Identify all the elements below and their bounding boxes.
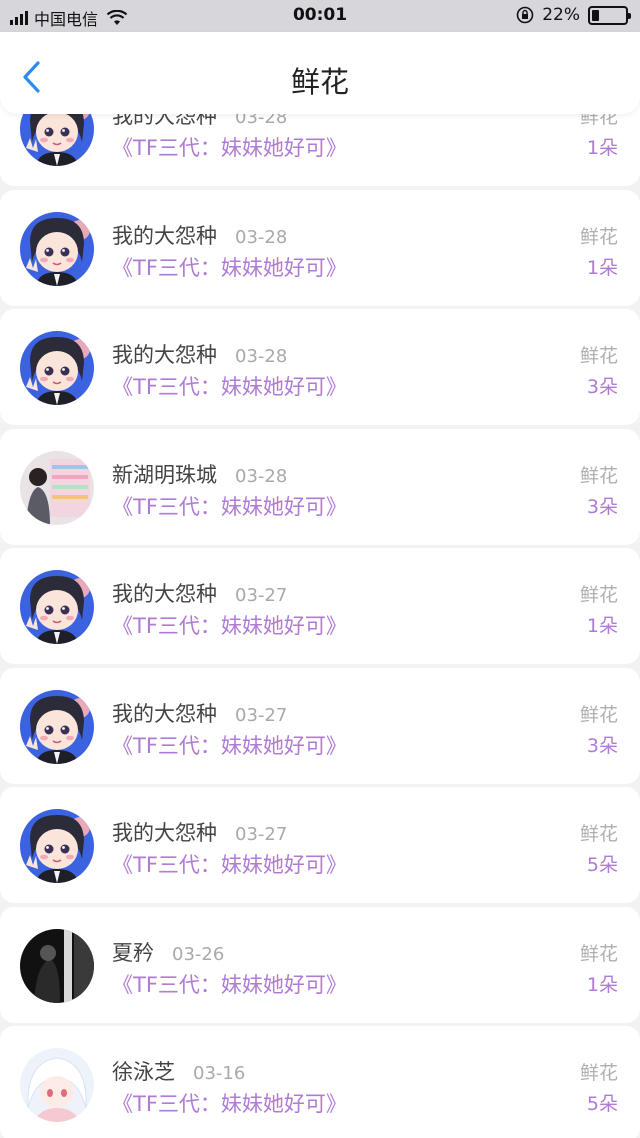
record-date: 03-28 bbox=[235, 227, 288, 248]
avatar[interactable] bbox=[20, 331, 94, 405]
status-right: 22% bbox=[516, 5, 631, 25]
user-name[interactable]: 我的大怨种 bbox=[112, 220, 217, 250]
name-line: 我的大怨种 03-28 bbox=[112, 339, 287, 369]
gift-count: 3朵 bbox=[586, 496, 618, 518]
book-title-link[interactable]: 《TF三代：妹妹她好可》 bbox=[112, 849, 347, 879]
list-item[interactable]: 我的大怨种 03-28 《TF三代：妹妹她好可》 鲜花 1朵 bbox=[0, 190, 640, 306]
record-date: 03-26 bbox=[172, 944, 225, 965]
battery-percent: 22% bbox=[542, 5, 580, 25]
battery-icon bbox=[588, 5, 631, 25]
page-title: 鲜花 bbox=[290, 65, 349, 99]
gift-count: 3朵 bbox=[586, 735, 618, 757]
list-item[interactable]: 夏矜 03-26 《TF三代：妹妹她好可》 鲜花 1朵 bbox=[0, 907, 640, 1023]
avatar[interactable] bbox=[20, 809, 94, 883]
book-title-link[interactable]: 《TF三代：妹妹她好可》 bbox=[112, 132, 347, 162]
user-name[interactable]: 夏矜 bbox=[112, 937, 154, 967]
gift-count: 1朵 bbox=[586, 615, 618, 637]
back-chevron-icon[interactable] bbox=[18, 60, 48, 94]
book-title-link[interactable]: 《TF三代：妹妹她好可》 bbox=[112, 610, 347, 640]
record-date: 03-27 bbox=[235, 585, 288, 606]
name-line: 我的大怨种 03-27 bbox=[112, 578, 287, 608]
user-name[interactable]: 我的大怨种 bbox=[112, 698, 217, 728]
avatar[interactable] bbox=[20, 451, 94, 525]
list-item[interactable]: 新湖明珠城 03-28 《TF三代：妹妹她好可》 鲜花 3朵 bbox=[0, 429, 640, 545]
avatar[interactable] bbox=[20, 570, 94, 644]
avatar[interactable] bbox=[20, 212, 94, 286]
book-title-link[interactable]: 《TF三代：妹妹她好可》 bbox=[112, 491, 347, 521]
list-item[interactable]: 我的大怨种 03-27 《TF三代：妹妹她好可》 鲜花 5朵 bbox=[0, 787, 640, 903]
gift-type-label: 鲜花 bbox=[579, 345, 618, 367]
name-line: 徐泳芝 03-16 bbox=[112, 1056, 245, 1086]
avatar[interactable] bbox=[20, 690, 94, 764]
rotation-lock-icon bbox=[516, 6, 534, 24]
book-title-link[interactable]: 《TF三代：妹妹她好可》 bbox=[112, 1088, 347, 1118]
gift-count: 1朵 bbox=[586, 974, 618, 996]
record-date: 03-28 bbox=[235, 346, 288, 367]
gift-count: 1朵 bbox=[586, 257, 618, 279]
list-item[interactable]: 我的大怨种 03-27 《TF三代：妹妹她好可》 鲜花 3朵 bbox=[0, 668, 640, 784]
gift-type-label: 鲜花 bbox=[579, 823, 618, 845]
user-name[interactable]: 新湖明珠城 bbox=[112, 459, 217, 489]
gift-type-label: 鲜花 bbox=[579, 943, 618, 965]
list-item[interactable]: 徐泳芝 03-16 《TF三代：妹妹她好可》 鲜花 5朵 bbox=[0, 1026, 640, 1138]
name-line: 新湖明珠城 03-28 bbox=[112, 459, 287, 489]
record-date: 03-27 bbox=[235, 824, 288, 845]
gift-type-label: 鲜花 bbox=[579, 704, 618, 726]
user-name[interactable]: 我的大怨种 bbox=[112, 578, 217, 608]
battery-fill bbox=[592, 9, 599, 21]
list-item[interactable]: 我的大怨种 03-27 《TF三代：妹妹她好可》 鲜花 1朵 bbox=[0, 548, 640, 664]
nav-bar: 鲜花 bbox=[0, 32, 640, 114]
gift-count: 5朵 bbox=[586, 1093, 618, 1115]
name-line: 我的大怨种 03-28 bbox=[112, 220, 287, 250]
gift-type-label: 鲜花 bbox=[579, 465, 618, 487]
name-line: 夏矜 03-26 bbox=[112, 937, 224, 967]
book-title-link[interactable]: 《TF三代：妹妹她好可》 bbox=[112, 371, 347, 401]
gift-type-label: 鲜花 bbox=[579, 584, 618, 606]
user-name[interactable]: 我的大怨种 bbox=[112, 339, 217, 369]
list-item[interactable]: 我的大怨种 03-28 《TF三代：妹妹她好可》 鲜花 3朵 bbox=[0, 309, 640, 425]
avatar[interactable] bbox=[20, 929, 94, 1003]
gift-type-label: 鲜花 bbox=[579, 1062, 618, 1084]
book-title-link[interactable]: 《TF三代：妹妹她好可》 bbox=[112, 252, 347, 282]
name-line: 我的大怨种 03-27 bbox=[112, 817, 287, 847]
book-title-link[interactable]: 《TF三代：妹妹她好可》 bbox=[112, 969, 347, 999]
avatar[interactable] bbox=[20, 1048, 94, 1122]
record-date: 03-27 bbox=[235, 705, 288, 726]
user-name[interactable]: 徐泳芝 bbox=[112, 1056, 175, 1086]
gift-type-label: 鲜花 bbox=[579, 226, 618, 248]
gift-count: 3朵 bbox=[586, 376, 618, 398]
gift-count: 5朵 bbox=[586, 854, 618, 876]
record-date: 03-28 bbox=[235, 466, 288, 487]
name-line: 我的大怨种 03-27 bbox=[112, 698, 287, 728]
status-bar: 中国电信 00:01 22% bbox=[0, 0, 640, 32]
gift-count: 1朵 bbox=[586, 137, 618, 159]
book-title-link[interactable]: 《TF三代：妹妹她好可》 bbox=[112, 730, 347, 760]
user-name[interactable]: 我的大怨种 bbox=[112, 817, 217, 847]
record-date: 03-16 bbox=[193, 1063, 246, 1084]
